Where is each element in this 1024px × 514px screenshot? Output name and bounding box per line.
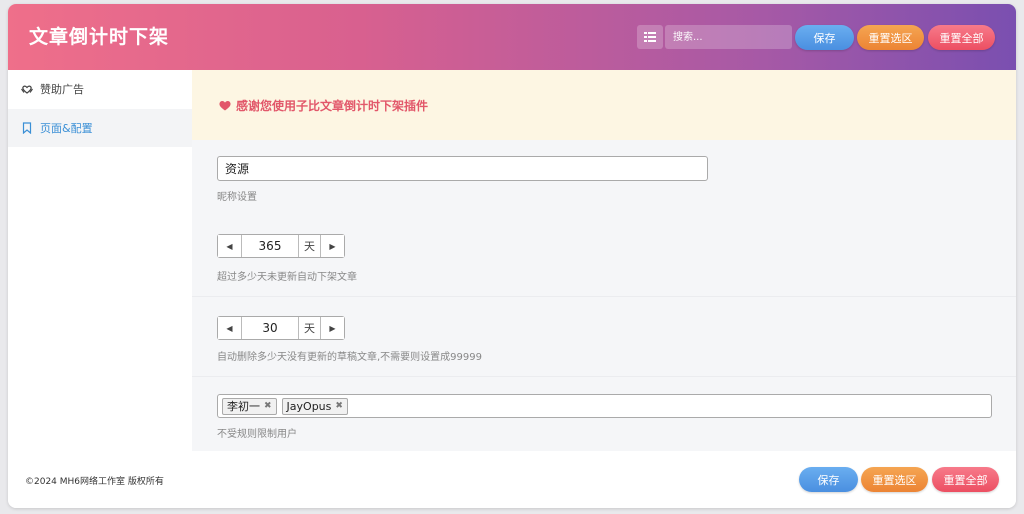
footer-reset-all-button[interactable]: 重置全部 (932, 467, 999, 492)
remove-tag-icon[interactable]: ✖ (335, 401, 343, 411)
header-reset-section-button[interactable]: 重置选区 (857, 25, 924, 50)
sidebar: 赞助广告 页面&配置 (8, 70, 192, 451)
sidebar-item-page-config[interactable]: 页面&配置 (8, 109, 192, 147)
draft-days-hint: 自动删除多少天没有更新的草稿文章,不需要则设置成99999 (217, 352, 482, 363)
exempt-users-row: 李初一 ✖ JayOpus ✖ 不受规则限制用户 (192, 376, 1016, 451)
tag-label: JayOpus (286, 399, 332, 413)
notice-banner: 感谢您使用子比文章倒计时下架插件 (192, 70, 1016, 140)
nickname-hint: 昵称设置 (217, 192, 257, 203)
exempt-users-input[interactable]: 李初一 ✖ JayOpus ✖ (217, 394, 992, 418)
draft-days-value[interactable]: 30 (242, 317, 298, 339)
increment-button[interactable]: ▶ (320, 317, 344, 339)
settings-window: 文章倒计时下架 保存 重置选区 重置全部 赞助广告 (8, 4, 1016, 508)
notice-text: 感谢您使用子比文章倒计时下架插件 (236, 98, 429, 113)
user-tag: 李初一 ✖ (222, 397, 277, 415)
triangle-left-icon: ◀ (226, 241, 233, 251)
draft-days-row: ◀ 30 天 ▶ 自动删除多少天没有更新的草稿文章,不需要则设置成99999 (192, 296, 1016, 376)
heart-hands-icon (20, 82, 34, 96)
footer-bar: ©2024 MH6网络工作室 版权所有 保存 重置选区 重置全部 (8, 451, 1016, 508)
decrement-button[interactable]: ◀ (218, 317, 242, 339)
decrement-button[interactable]: ◀ (218, 235, 242, 257)
expire-days-hint: 超过多少天未更新自动下架文章 (217, 272, 357, 283)
sidebar-item-label: 页面&配置 (40, 122, 93, 135)
header-bar: 文章倒计时下架 保存 重置选区 重置全部 (8, 4, 1016, 70)
expire-days-stepper: ◀ 365 天 ▶ (217, 234, 345, 258)
draft-days-stepper: ◀ 30 天 ▶ (217, 316, 345, 340)
increment-button[interactable]: ▶ (320, 235, 344, 257)
expire-days-value[interactable]: 365 (242, 235, 298, 257)
search-input[interactable] (665, 25, 792, 49)
triangle-right-icon: ▶ (329, 241, 336, 251)
expire-days-row: ◀ 365 天 ▶ 超过多少天未更新自动下架文章 (192, 218, 1016, 296)
unit-label: 天 (298, 317, 320, 339)
app-title: 文章倒计时下架 (29, 26, 170, 48)
user-tag: JayOpus ✖ (281, 397, 348, 415)
sidebar-item-sponsor[interactable]: 赞助广告 (8, 70, 192, 108)
tag-label: 李初一 (227, 400, 260, 413)
nickname-row: 昵称设置 (192, 140, 1016, 218)
copyright-text: ©2024 MH6网络工作室 版权所有 (25, 477, 164, 487)
triangle-left-icon: ◀ (226, 323, 233, 333)
list-toggle-button[interactable] (637, 25, 663, 49)
unit-label: 天 (298, 235, 320, 257)
exempt-users-hint: 不受规则限制用户 (217, 429, 297, 440)
nickname-input[interactable] (217, 156, 708, 181)
header-reset-all-button[interactable]: 重置全部 (928, 25, 995, 50)
triangle-right-icon: ▶ (329, 323, 336, 333)
footer-save-button[interactable]: 保存 (799, 467, 858, 492)
list-icon (644, 32, 656, 42)
footer-reset-section-button[interactable]: 重置选区 (861, 467, 928, 492)
sidebar-item-label: 赞助广告 (40, 83, 84, 96)
header-save-button[interactable]: 保存 (795, 25, 854, 50)
heart-icon (219, 100, 231, 111)
main-content: 感谢您使用子比文章倒计时下架插件 昵称设置 ◀ 365 天 ▶ 超过多少天未更新… (192, 70, 1016, 451)
bookmark-icon (20, 121, 34, 135)
remove-tag-icon[interactable]: ✖ (264, 401, 272, 411)
